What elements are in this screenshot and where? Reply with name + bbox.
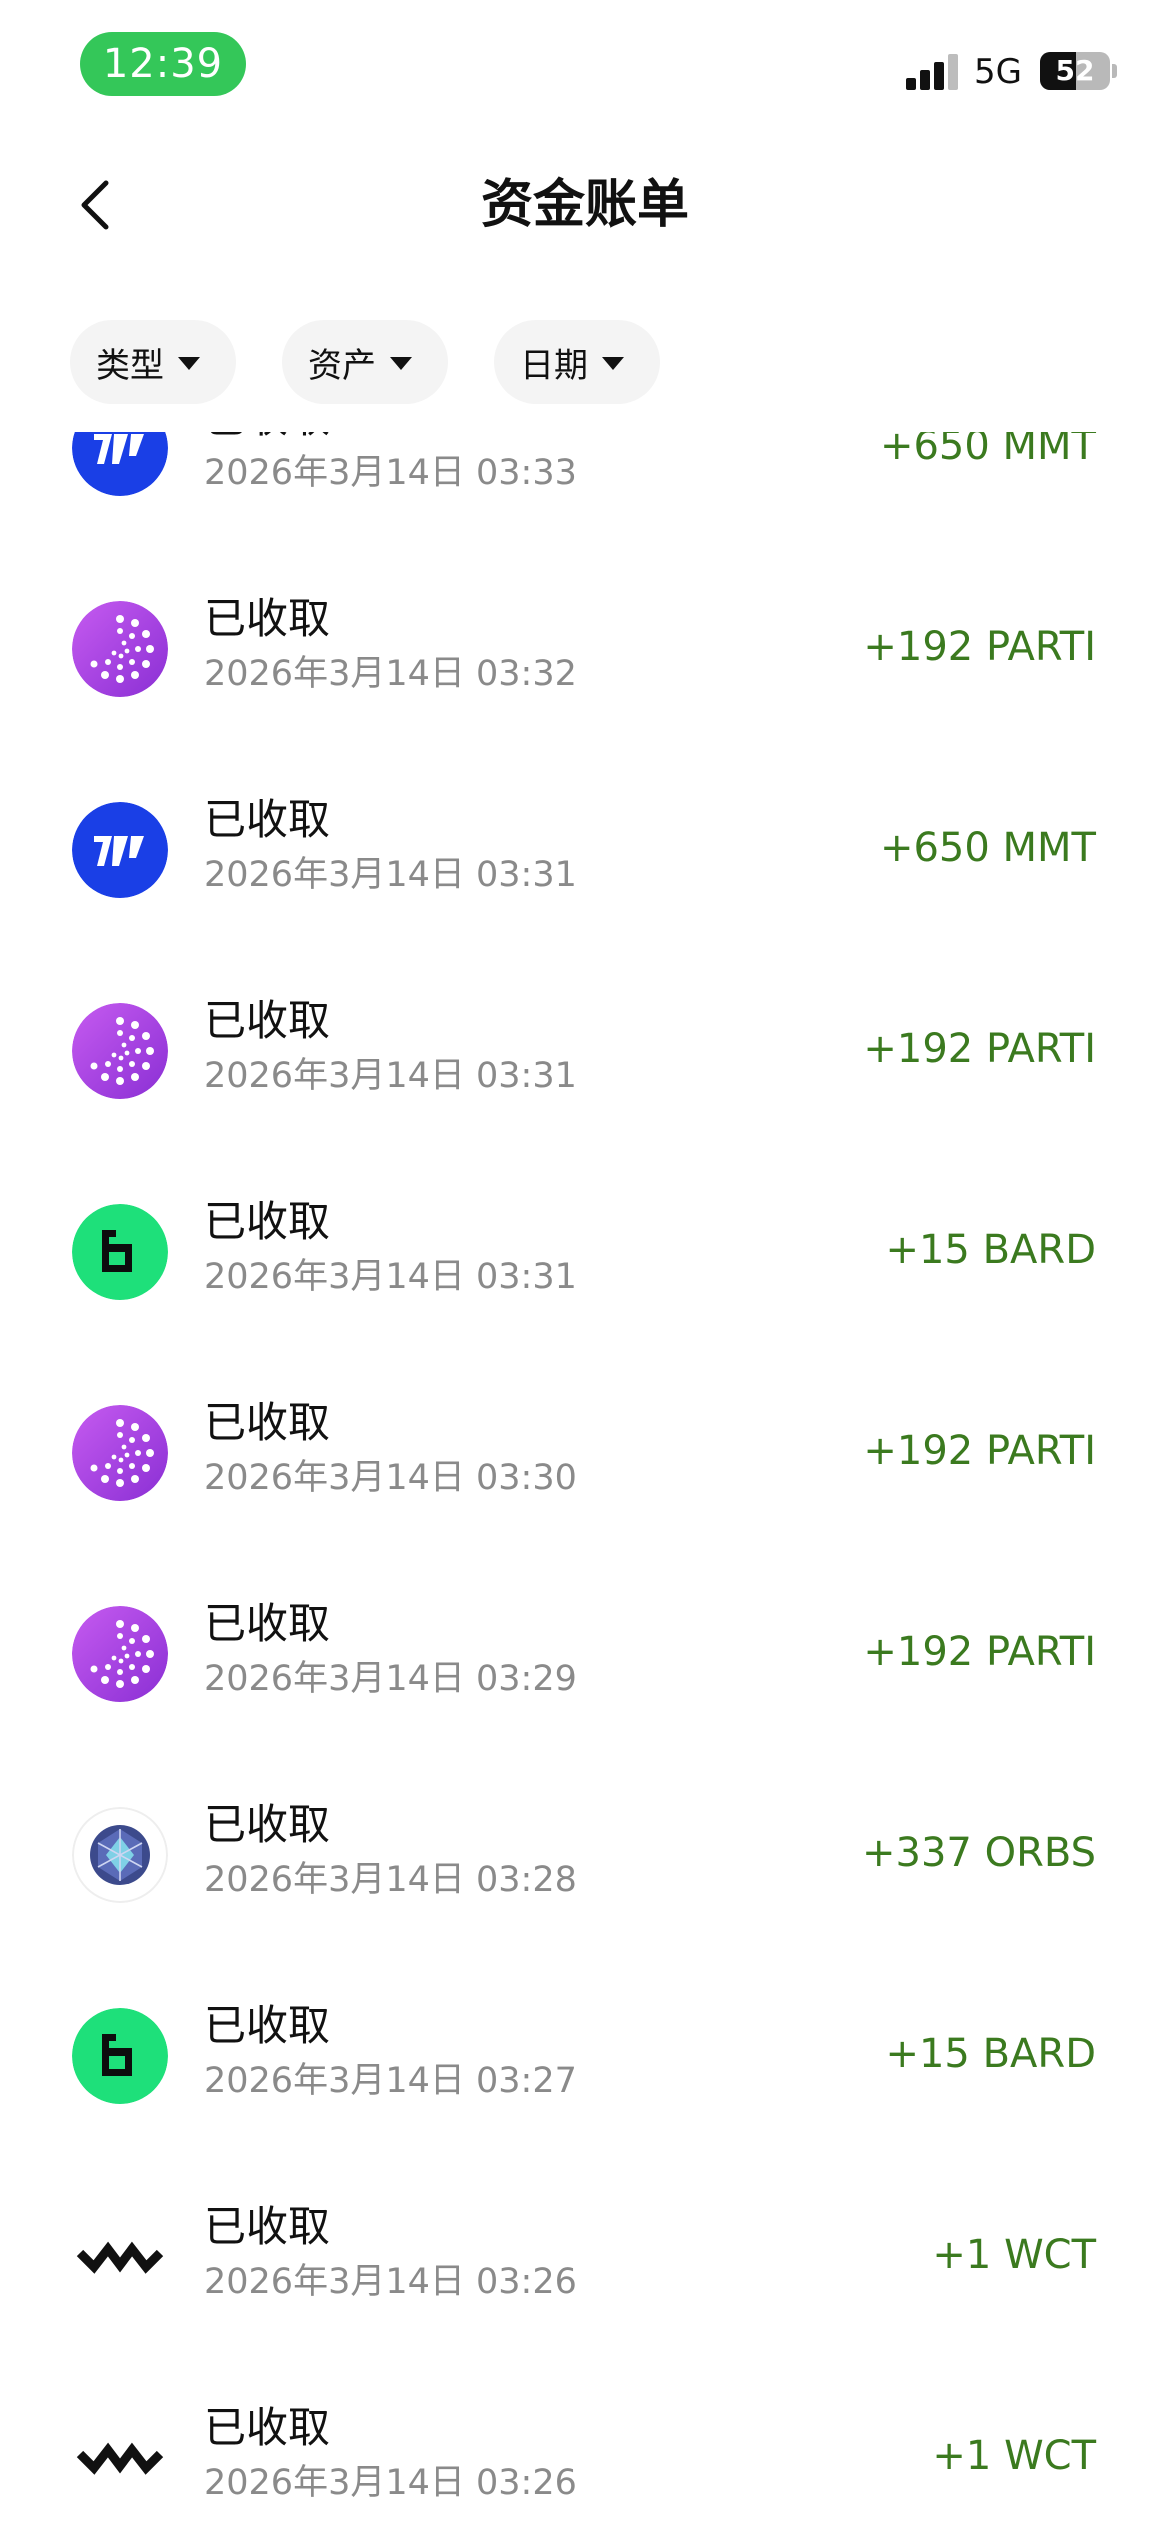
transaction-status: 已收取 [204,2202,331,2251]
filter-type[interactable]: 类型 [70,320,236,404]
transaction-list-inner: 已收取 2026年3月14日 03:33 +650 MMT 已收取 2026年3月14… [0,432,1170,2532]
filter-bar: 类型 资产 日期 [70,320,660,404]
transaction-row[interactable]: 已收取 2026年3月14日 03:31 +192 PARTI [0,975,1170,1176]
transaction-status: 已收取 [204,795,331,844]
filter-asset[interactable]: 资产 [282,320,448,404]
transaction-date: 2026年3月14日 03:31 [204,1257,577,1297]
transaction-date: 2026年3月14日 03:33 [204,453,577,493]
orbs-coin-icon [72,1807,168,1903]
transaction-row[interactable]: 已收取 2026年3月14日 03:33 +650 MMT [0,432,1170,573]
parti-coin-icon [72,1606,168,1702]
transaction-status: 已收取 [204,1599,331,1648]
transaction-row[interactable]: 已收取 2026年3月14日 03:29 +192 PARTI [0,1578,1170,1779]
transaction-date: 2026年3月14日 03:26 [204,2262,577,2302]
transaction-amount: +192 PARTI [863,1026,1096,1072]
transaction-date: 2026年3月14日 03:32 [204,654,577,694]
filter-label: 资产 [308,345,376,386]
transaction-row[interactable]: 已收取 2026年3月14日 03:28 +337 ORBS [0,1779,1170,1980]
parti-coin-icon [72,1003,168,1099]
caret-down-icon [390,356,412,370]
transaction-status: 已收取 [204,2001,331,2050]
filter-date[interactable]: 日期 [494,320,660,404]
filter-label: 日期 [520,345,588,386]
transaction-row[interactable]: 已收取 2026年3月14日 03:31 +15 BARD [0,1176,1170,1377]
bard-coin-icon [72,1204,168,1300]
status-bar: 12:39 5G 52 [0,0,1170,120]
signal-icon [906,54,960,90]
transaction-amount: +337 ORBS [862,1830,1096,1876]
transaction-status: 已收取 [204,432,330,446]
transaction-amount: +192 PARTI [863,624,1096,670]
transaction-date: 2026年3月14日 03:31 [204,1056,577,1096]
battery-percent: 52 [1055,54,1095,87]
parti-coin-icon [72,1405,168,1501]
caret-down-icon [178,356,200,370]
transaction-date: 2026年3月14日 03:27 [204,2061,577,2101]
transaction-date: 2026年3月14日 03:28 [204,1860,577,1900]
battery-icon: 52 [1040,52,1110,90]
filter-label: 类型 [96,345,164,386]
nav-bar: 资金账单 [0,150,1170,260]
transaction-row[interactable]: 已收取 2026年3月14日 03:32 +192 PARTI [0,573,1170,774]
wct-coin-icon [72,2209,168,2305]
transaction-list[interactable]: 已收取 2026年3月14日 03:33 +650 MMT 已收取 2026年3月14… [0,432,1170,2532]
wct-coin-icon [72,2410,168,2506]
status-time: 12:39 [80,32,246,96]
transaction-row[interactable]: 已收取 2026年3月14日 03:26 +1 WCT [0,2382,1170,2532]
transaction-row[interactable]: 已收取 2026年3月14日 03:30 +192 PARTI [0,1377,1170,1578]
transaction-amount: +1 WCT [932,2232,1096,2278]
transaction-amount: +650 MMT [879,825,1096,871]
transaction-date: 2026年3月14日 03:26 [204,2463,577,2503]
transaction-amount: +15 BARD [885,1227,1096,1273]
transaction-date: 2026年3月14日 03:30 [204,1458,577,1498]
transaction-status: 已收取 [204,1800,331,1849]
parti-coin-icon [72,601,168,697]
page-title: 资金账单 [480,175,689,235]
transaction-amount: +192 PARTI [863,1629,1096,1675]
mmt-coin-icon [72,432,168,496]
transaction-status: 已收取 [204,2403,331,2452]
transaction-amount: +192 PARTI [863,1428,1096,1474]
bard-coin-icon [72,2008,168,2104]
caret-down-icon [602,356,624,370]
battery-tip [1112,64,1117,78]
transaction-amount: +1 WCT [932,2433,1096,2479]
transaction-row[interactable]: 已收取 2026年3月14日 03:26 +1 WCT [0,2181,1170,2382]
network-type: 5G [974,52,1022,92]
transaction-status: 已收取 [204,1398,331,1447]
mmt-coin-icon [72,802,168,898]
transaction-date: 2026年3月14日 03:31 [204,855,577,895]
transaction-status: 已收取 [204,1197,331,1246]
transaction-status: 已收取 [204,594,331,643]
transaction-amount: +650 MMT [879,432,1096,469]
transaction-amount: +15 BARD [885,2031,1096,2077]
transaction-row[interactable]: 已收取 2026年3月14日 03:31 +650 MMT [0,774,1170,975]
transaction-status: 已收取 [204,996,331,1045]
transaction-row[interactable]: 已收取 2026年3月14日 03:27 +15 BARD [0,1980,1170,2181]
transaction-date: 2026年3月14日 03:29 [204,1659,577,1699]
